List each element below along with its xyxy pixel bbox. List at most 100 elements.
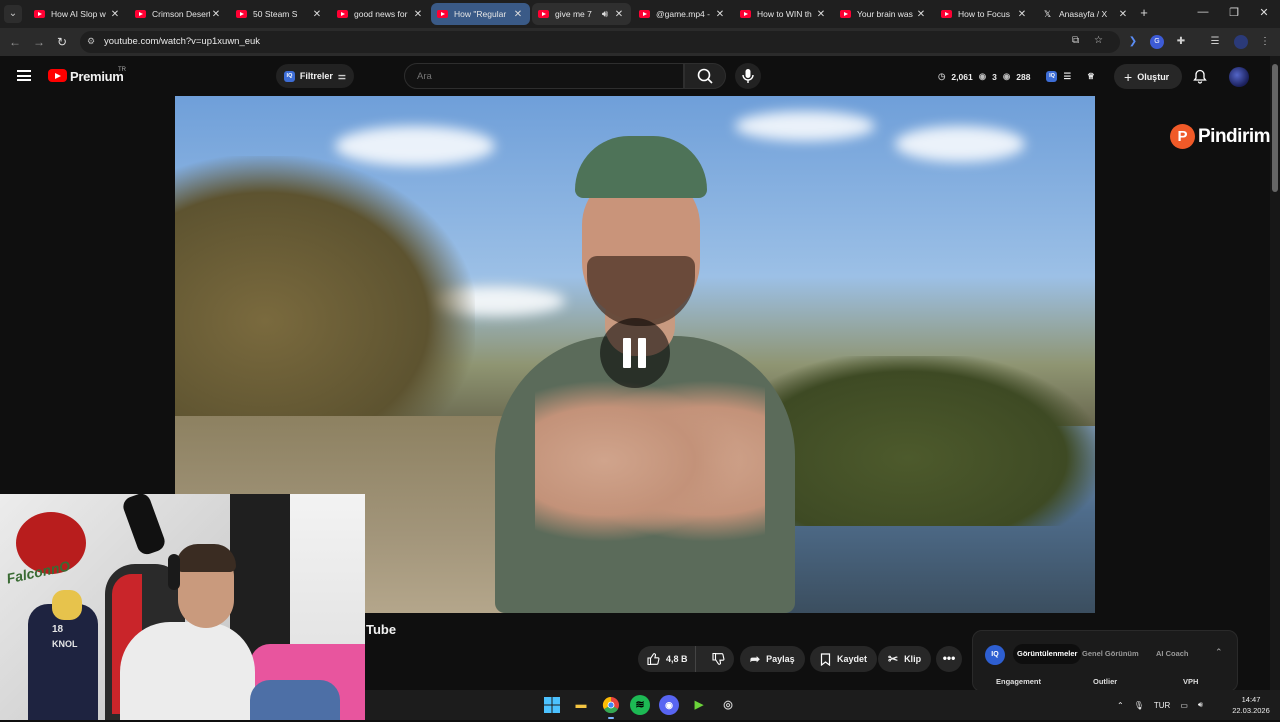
- volume-icon[interactable]: 🔊︎: [1198, 700, 1203, 710]
- region-code: TR: [118, 67, 126, 73]
- new-tab-button[interactable]: +: [1134, 5, 1154, 20]
- close-window-icon[interactable]: ✕: [1254, 6, 1274, 19]
- extension-badge-icon[interactable]: G: [1150, 35, 1164, 49]
- site-info-icon[interactable]: ⚙: [87, 36, 95, 47]
- like-dislike-group: 4,8 B: [638, 646, 734, 672]
- list-icon[interactable]: ☰: [1063, 71, 1071, 82]
- extension-icon[interactable]: ❯: [1126, 35, 1140, 49]
- close-icon[interactable]: ✕: [1117, 9, 1129, 20]
- voice-search-button[interactable]: [735, 63, 761, 89]
- share-button[interactable]: ➦ Paylaş: [740, 646, 805, 672]
- back-icon[interactable]: ←: [7, 34, 23, 50]
- install-app-icon[interactable]: ⧉: [1072, 35, 1079, 46]
- close-icon[interactable]: ✕: [714, 9, 726, 20]
- discord-icon[interactable]: ◉: [659, 695, 679, 715]
- plus-icon: +: [1124, 68, 1133, 85]
- pindirim-watermark: P Pindirim: [1170, 124, 1271, 149]
- browser-tab[interactable]: @game.mp4 - ✕: [633, 3, 732, 25]
- address-bar[interactable]: ⚙ youtube.com/watch?v=up1xuwn_euk ⧉ ☆: [80, 31, 1120, 53]
- close-icon[interactable]: ✕: [512, 9, 524, 20]
- filters-button[interactable]: IQ Filtreler ⚌: [276, 64, 354, 88]
- save-label: Kaydet: [837, 654, 868, 664]
- minimize-icon[interactable]: —: [1193, 6, 1213, 18]
- search-input[interactable]: [417, 71, 667, 82]
- close-icon[interactable]: ✕: [311, 9, 323, 20]
- more-actions-button[interactable]: •••: [936, 646, 962, 672]
- obs-icon[interactable]: ◎: [718, 695, 738, 715]
- trophy-icon[interactable]: ♕: [1087, 71, 1095, 82]
- tab-title: 50 Steam S: [253, 9, 298, 19]
- youtube-premium-label[interactable]: Premium: [70, 69, 124, 84]
- tab-title: Your brain was: [857, 9, 913, 19]
- chevron-up-icon[interactable]: ⌃: [1215, 647, 1223, 658]
- tab-overview[interactable]: Genel Görünüm: [1078, 644, 1143, 664]
- browser-tab[interactable]: How to Focus ✕: [935, 3, 1034, 25]
- chrome-icon[interactable]: [601, 695, 621, 719]
- speaker-icon[interactable]: 🔊︎: [597, 9, 613, 20]
- close-icon[interactable]: ✕: [1016, 9, 1028, 20]
- display-icon[interactable]: ▭: [1180, 701, 1188, 710]
- youtube-logo-icon[interactable]: [48, 69, 67, 82]
- bookmark-icon: [820, 652, 831, 666]
- browser-tab[interactable]: How to WIN th ✕: [734, 3, 833, 25]
- input-language[interactable]: TUR: [1154, 701, 1170, 710]
- iq-icon[interactable]: IQ: [1046, 71, 1058, 82]
- tab-title: @game.mp4 -: [656, 9, 710, 19]
- tab-views[interactable]: Görüntülenmeler: [1013, 644, 1082, 664]
- save-button[interactable]: Kaydet: [810, 646, 878, 672]
- windows-start-icon[interactable]: [542, 695, 562, 715]
- create-button[interactable]: + Oluştur: [1114, 64, 1182, 89]
- file-explorer-icon[interactable]: ▬: [571, 695, 591, 715]
- extension-stats: ◷ 2,061 ◉ 3 ◉ 288 IQ ☰ ♕: [938, 71, 1095, 82]
- like-button[interactable]: 4,8 B: [638, 646, 696, 672]
- thumbs-down-icon: [712, 652, 725, 665]
- dislike-button[interactable]: [702, 646, 734, 672]
- media-controls-icon[interactable]: ☰: [1208, 35, 1222, 49]
- close-icon[interactable]: ✕: [109, 9, 121, 20]
- browser-tab[interactable]: Your brain was ✕: [834, 3, 933, 25]
- hamburger-menu-icon[interactable]: [17, 70, 31, 81]
- browser-tab[interactable]: good news for ✕: [331, 3, 430, 25]
- browser-tab-active[interactable]: How "Regular ✕: [431, 3, 530, 25]
- close-icon[interactable]: ✕: [613, 9, 625, 20]
- browser-tab[interactable]: How AI Slop w ✕: [28, 3, 127, 25]
- browser-tab[interactable]: 50 Steam S ✕: [230, 3, 329, 25]
- tab-search-button[interactable]: ⌄: [4, 5, 22, 23]
- notifications-bell-icon[interactable]: [1193, 69, 1207, 84]
- tab-ai-coach[interactable]: AI Coach: [1152, 644, 1193, 664]
- browser-tab[interactable]: Crimson Desert ✕: [129, 3, 228, 25]
- pause-button[interactable]: [600, 318, 670, 388]
- close-icon[interactable]: ✕: [210, 9, 222, 20]
- vidiq-panel: IQ Görüntülenmeler Genel Görünüm AI Coac…: [972, 630, 1238, 692]
- account-avatar[interactable]: [1229, 67, 1249, 87]
- profile-avatar-icon[interactable]: [1234, 35, 1248, 49]
- search-box[interactable]: [404, 63, 684, 89]
- url-text[interactable]: youtube.com/watch?v=up1xuwn_euk: [104, 36, 260, 47]
- tab-title: How AI Slop w: [51, 9, 106, 19]
- microphone-tray-icon[interactable]: 🎙︎: [1134, 701, 1144, 710]
- youtube-icon: [337, 10, 348, 18]
- reload-icon[interactable]: ↻: [54, 34, 70, 50]
- scrollbar-thumb[interactable]: [1272, 64, 1278, 192]
- page-scrollbar[interactable]: [1270, 56, 1280, 690]
- spotify-icon[interactable]: ≋: [630, 695, 650, 715]
- youtube-icon: [437, 10, 448, 18]
- windows-logo-icon: [544, 697, 560, 713]
- restore-icon[interactable]: ❐: [1224, 6, 1244, 19]
- bookmark-star-icon[interactable]: ☆: [1094, 35, 1103, 46]
- kebab-menu-icon[interactable]: ⋮: [1258, 35, 1272, 49]
- chevron-up-icon[interactable]: ⌃: [1117, 701, 1124, 710]
- close-icon[interactable]: ✕: [412, 9, 424, 20]
- search-button[interactable]: [684, 63, 726, 89]
- forward-icon[interactable]: →: [31, 34, 47, 50]
- close-icon[interactable]: ✕: [915, 9, 927, 20]
- iq-icon: IQ: [985, 645, 1005, 665]
- clip-button[interactable]: ✂ Klip: [878, 646, 932, 672]
- close-icon[interactable]: ✕: [815, 9, 827, 20]
- puzzle-icon[interactable]: ✚: [1174, 35, 1188, 49]
- game-launcher-icon[interactable]: ▶: [689, 695, 709, 715]
- browser-tab[interactable]: give me 7 🔊︎ ✕: [532, 3, 631, 25]
- system-clock[interactable]: 14:47 22.03.2026: [1227, 694, 1275, 716]
- microphone-icon: [742, 69, 754, 83]
- browser-tab[interactable]: 𝕏 Anasayfa / X ✕: [1036, 3, 1135, 25]
